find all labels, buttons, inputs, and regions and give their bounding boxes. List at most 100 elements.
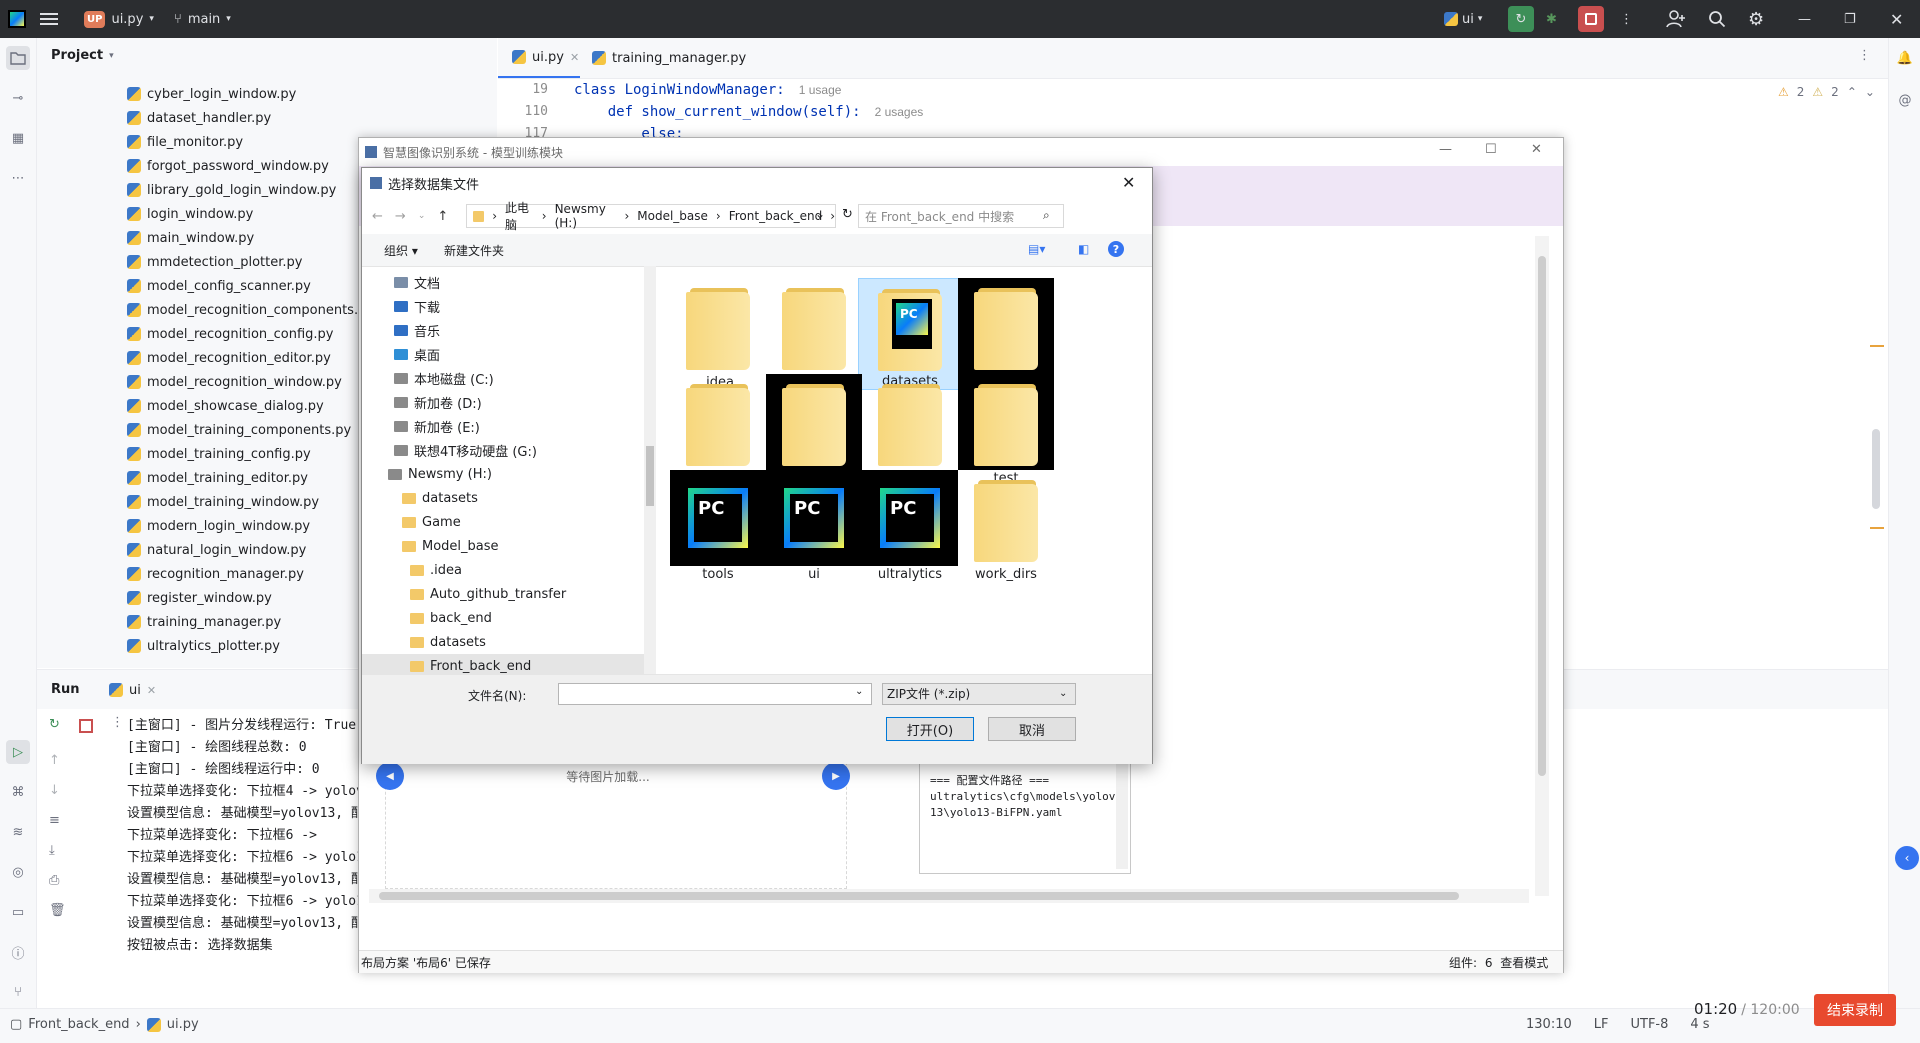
notifications-icon[interactable]: 🔔: [1893, 46, 1917, 70]
close-icon[interactable]: ✕: [570, 51, 579, 64]
file-type-select[interactable]: ZIP文件 (*.zip) ⌄: [882, 683, 1076, 705]
line-separator[interactable]: LF: [1594, 1017, 1609, 1032]
debug-icon[interactable]: ✱: [1546, 0, 1557, 38]
minimize-icon[interactable]: —: [1439, 142, 1452, 157]
project-file-item[interactable]: library_gold_login_window.py: [127, 178, 336, 202]
tree-item[interactable]: Game: [402, 510, 461, 534]
tree-item[interactable]: 音乐: [394, 318, 440, 342]
open-button[interactable]: 打开(O): [886, 717, 974, 741]
tree-item[interactable]: 联想4T移动硬盘 (G:): [394, 438, 537, 462]
address-bar[interactable]: › 此电脑 › Newsmy (H:) › Model_base › Front…: [466, 201, 836, 232]
new-folder-button[interactable]: 新建文件夹: [444, 242, 504, 259]
run-config-selector[interactable]: ui ▾: [1444, 0, 1482, 38]
project-file-item[interactable]: model_recognition_window.py: [127, 370, 342, 394]
project-file-item[interactable]: model_recognition_config.py: [127, 322, 334, 346]
close-icon[interactable]: ✕: [1531, 142, 1542, 157]
prev-image-button[interactable]: ◀: [376, 762, 404, 790]
project-file-item[interactable]: main_window.py: [127, 226, 254, 250]
tree-item[interactable]: 下载: [394, 294, 440, 318]
tree-scrollbar[interactable]: [644, 266, 656, 674]
more-actions-icon[interactable]: ⋮: [1620, 0, 1633, 38]
chevron-down-icon[interactable]: ⌄: [1865, 85, 1875, 99]
breadcrumb[interactable]: ▢ Front_back_end › ui.py: [10, 1017, 199, 1032]
tree-item[interactable]: Model_base: [402, 534, 499, 558]
python-console-icon[interactable]: ⌘: [6, 780, 30, 804]
forward-arrow-icon[interactable]: →: [395, 209, 406, 224]
scroll-thumb[interactable]: [1538, 256, 1546, 776]
stop-recording-button[interactable]: 结束录制: [1814, 994, 1896, 1026]
tree-item[interactable]: 新加卷 (E:): [394, 414, 480, 438]
tree-item[interactable]: datasets: [410, 630, 486, 654]
tree-item[interactable]: 本地磁盘 (C:): [394, 366, 494, 390]
tree-item[interactable]: 新加卷 (D:): [394, 390, 482, 414]
usage-hint[interactable]: 2 usages: [875, 105, 924, 119]
up-arrow-icon[interactable]: ↑: [437, 209, 448, 224]
back-arrow-icon[interactable]: ←: [372, 209, 383, 224]
app-vertical-scrollbar[interactable]: [1535, 236, 1549, 896]
more-actions-icon[interactable]: ⋮: [111, 715, 124, 730]
ai-assistant-icon[interactable]: @: [1893, 88, 1917, 112]
services-icon[interactable]: ◎: [6, 860, 30, 884]
arrow-down-icon[interactable]: ↓: [49, 783, 60, 798]
project-file-item[interactable]: training_manager.py: [127, 610, 281, 634]
trash-icon[interactable]: 🗑: [49, 903, 66, 918]
tree-item[interactable]: Auto_github_transfer: [410, 582, 566, 606]
project-file-item[interactable]: modern_login_window.py: [127, 514, 310, 538]
path-segment[interactable]: Front_back_end: [729, 209, 822, 223]
project-file-item[interactable]: model_config_scanner.py: [127, 274, 311, 298]
collapse-arrow-icon[interactable]: ‹: [1895, 846, 1919, 870]
run-tab-ui[interactable]: ui ✕: [105, 670, 161, 712]
soft-wrap-icon[interactable]: ≡: [49, 813, 60, 828]
tree-item[interactable]: datasets: [402, 486, 478, 510]
breadcrumb-folder[interactable]: Front_back_end: [28, 1017, 129, 1032]
next-image-button[interactable]: ▶: [822, 762, 850, 790]
problems-icon[interactable]: ⓘ: [6, 940, 30, 964]
usage-hint[interactable]: 1 usage: [799, 83, 842, 97]
project-file-item[interactable]: recognition_manager.py: [127, 562, 304, 586]
path-segment[interactable]: Newsmy (H:): [555, 202, 617, 230]
project-file-item[interactable]: model_training_window.py: [127, 490, 319, 514]
folder-tile[interactable]: work_dirs: [954, 470, 1058, 582]
app-horizontal-scrollbar[interactable]: [369, 889, 1529, 903]
stop-button[interactable]: [1578, 0, 1604, 38]
project-file-item[interactable]: model_training_editor.py: [127, 466, 308, 490]
organize-button[interactable]: 组织 ▾: [384, 242, 418, 259]
chevron-down-icon[interactable]: ⌄: [855, 686, 863, 697]
chevron-down-icon[interactable]: ⌄: [418, 211, 426, 221]
print-icon[interactable]: ⎙: [49, 873, 59, 888]
more-tabs-icon[interactable]: ⋮: [1858, 48, 1871, 63]
git-icon[interactable]: ⑂: [6, 980, 30, 1004]
tree-item[interactable]: Front_back_end: [362, 654, 644, 674]
path-segment[interactable]: 此电脑: [505, 199, 534, 233]
project-file-item[interactable]: login_window.py: [127, 202, 253, 226]
stop-icon[interactable]: [79, 719, 93, 733]
filename-input[interactable]: ⌄: [558, 683, 872, 705]
view-options-icon[interactable]: ▤▾: [1028, 242, 1045, 256]
folder-tile[interactable]: PC ultralytics: [858, 470, 962, 582]
inspection-widget[interactable]: ⚠ 2 ⚠ 2 ⌃ ⌄: [1778, 85, 1875, 99]
tab-ui-py[interactable]: ui.py ✕: [498, 38, 580, 78]
project-file-item[interactable]: natural_login_window.py: [127, 538, 306, 562]
folder-tile[interactable]: PC tools: [666, 470, 770, 582]
close-icon[interactable]: ✕: [1122, 173, 1135, 192]
project-file-item[interactable]: register_window.py: [127, 586, 272, 610]
project-file-item[interactable]: mmdetection_plotter.py: [127, 250, 302, 274]
minimize-icon[interactable]: —: [1798, 0, 1811, 38]
project-file-item[interactable]: file_monitor.py: [127, 130, 243, 154]
project-file-item[interactable]: dataset_handler.py: [127, 106, 271, 130]
tab-training-manager[interactable]: training_manager.py: [592, 38, 746, 78]
project-panel-title[interactable]: Project ▾: [51, 48, 114, 63]
search-icon[interactable]: [1708, 0, 1726, 38]
project-selector[interactable]: UP ui.py ▾: [84, 0, 154, 38]
branch-selector[interactable]: ⑂ main ▾: [174, 0, 231, 38]
rerun-icon[interactable]: ↻: [49, 717, 60, 732]
terminal-icon[interactable]: ▭: [6, 900, 30, 924]
gear-icon[interactable]: ⚙: [1748, 0, 1764, 38]
run-tool-icon[interactable]: ▷: [6, 740, 30, 764]
indent-setting[interactable]: 4 s: [1690, 1017, 1709, 1032]
close-icon[interactable]: ✕: [1890, 0, 1903, 38]
ide-logo-icon[interactable]: [8, 0, 26, 38]
main-menu-icon[interactable]: [40, 0, 58, 38]
file-encoding[interactable]: UTF-8: [1630, 1017, 1668, 1032]
editor-scrollbar[interactable]: [1872, 429, 1880, 509]
